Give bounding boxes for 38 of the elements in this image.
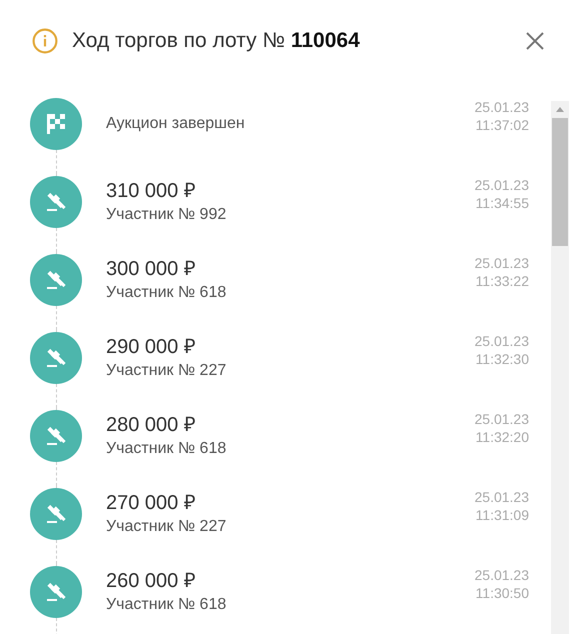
event-date: 25.01.23 [474,176,529,194]
bid-amount: 290 000 ₽ [106,335,197,360]
close-button[interactable] [525,31,545,51]
bid-amount: 300 000 ₽ [106,257,197,282]
event-date: 25.01.23 [474,488,529,506]
gavel-icon [30,176,82,228]
participant-label: Участник № 618 [106,595,228,615]
dialog-title: Ход торгов по лоту № 110064 [72,29,361,53]
event-time: 11:37:02 [476,116,529,134]
participant-label: Участник № 618 [106,439,228,459]
flag-icon [30,98,82,150]
event-date: 25.01.23 [474,98,529,116]
gavel-icon [30,332,82,384]
event-time: 11:31:09 [476,506,529,524]
bid-amount: 270 000 ₽ [106,491,197,516]
event-time: 11:32:20 [476,428,529,446]
event-date: 25.01.23 [474,410,529,428]
bid-amount: 310 000 ₽ [106,179,197,204]
event-label: Аукцион завершен [106,115,246,133]
participant-label: Участник № 992 [106,205,228,225]
bid-amount: 260 000 ₽ [106,569,197,594]
event-time: 11:33:22 [476,272,529,290]
participant-label: Участник № 227 [106,361,228,381]
bid-amount: 280 000 ₽ [106,413,197,438]
event-date: 25.01.23 [474,566,529,584]
event-time: 11:32:30 [476,350,529,368]
event-time: 11:34:55 [476,194,529,212]
info-icon [32,28,58,54]
gavel-icon [30,410,82,462]
gavel-icon [30,254,82,306]
participant-label: Участник № 618 [106,283,228,303]
participant-label: Участник № 227 [106,517,228,537]
event-date: 25.01.23 [474,332,529,350]
gavel-icon [30,566,82,618]
event-time: 11:30:50 [476,584,529,602]
scrollbar[interactable] [551,101,569,634]
event-date: 25.01.23 [474,254,529,272]
gavel-icon [30,488,82,540]
